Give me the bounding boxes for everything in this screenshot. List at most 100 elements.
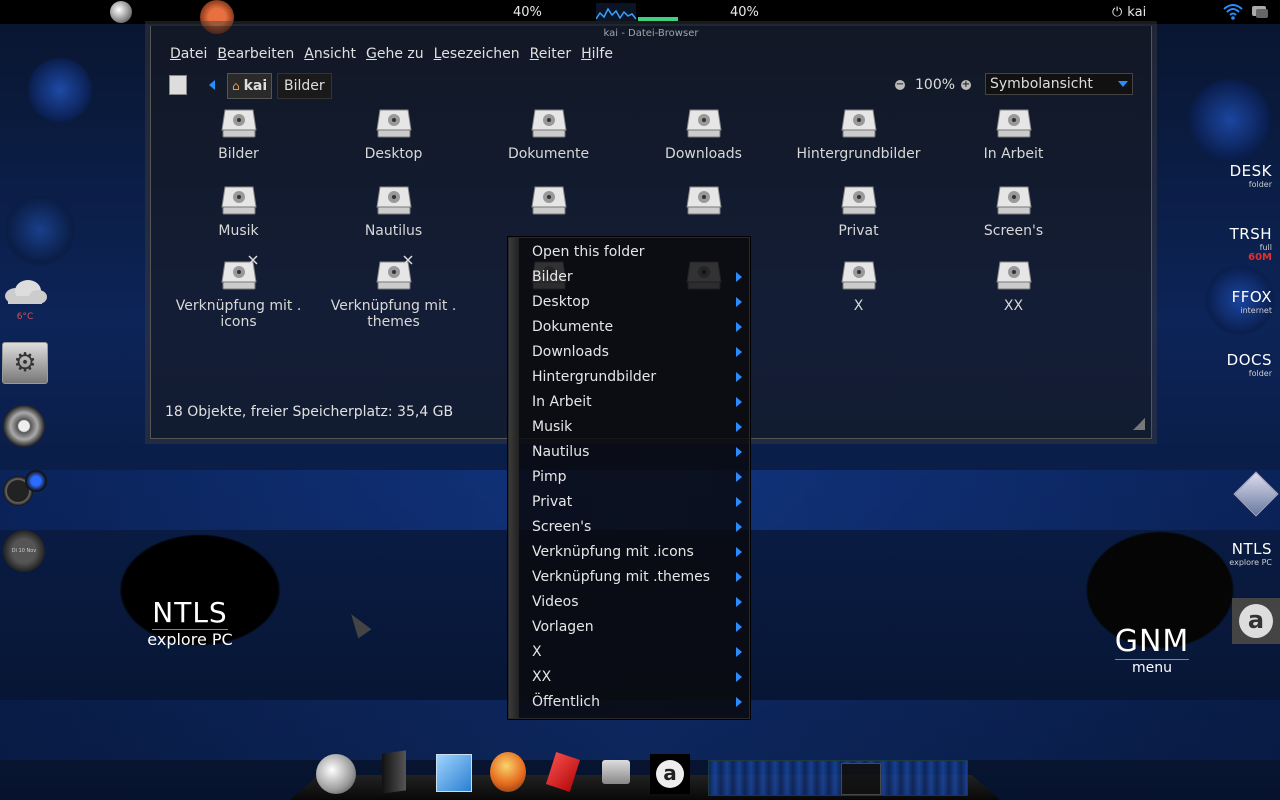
submenu-arrow-icon [736,297,742,307]
context-menu-item[interactable]: Desktop [532,289,742,314]
gnm-menu-widget[interactable]: GNM menu [1100,624,1204,676]
context-menu-item-label: XX [532,668,552,685]
submenu-arrow-icon [736,547,742,557]
file-item[interactable]: Verknüpfung mit . icons [161,254,316,330]
resize-grip-icon[interactable] [1133,418,1145,430]
context-menu-item[interactable]: Verknüpfung mit .themes [532,564,742,589]
weather-widget[interactable]: 6°C [2,278,48,324]
folder-drive-icon [529,102,569,142]
file-item[interactable] [471,179,626,223]
zoom-in-button[interactable]: + [961,73,971,97]
context-menu-item-label: Vorlagen [532,618,594,635]
file-item[interactable]: X [781,254,936,314]
context-menu-item-label: Öffentlich [532,693,600,710]
chat-icon[interactable] [1250,0,1270,24]
media-player-icon[interactable] [3,405,45,447]
submenu-arrow-icon [736,472,742,482]
location-toolbar: ⌂ kai Bilder − 100% + Symbolansicht [165,73,1135,99]
context-menu-item[interactable]: Öffentlich [532,689,742,714]
context-menu-item[interactable]: Nautilus [532,439,742,464]
context-menu-item[interactable]: Dokumente [532,314,742,339]
file-item[interactable]: Bilder [161,102,316,162]
submenu-arrow-icon [736,697,742,707]
firefox-subtitle: internet [1240,306,1272,315]
submenu-arrow-icon [736,522,742,532]
trash-title: TRSH [1229,225,1272,243]
menu-ansicht[interactable]: Ansicht [299,46,361,68]
file-item[interactable]: Screen's [936,179,1091,239]
context-menu-item[interactable]: Vorlagen [532,614,742,639]
ntls-shortcut[interactable]: NTLS explore PC [1229,540,1272,567]
system-monitor-graph[interactable] [596,0,682,24]
amazon-a-icon[interactable]: a [1232,598,1280,644]
firefox-shortcut[interactable]: FFOX internet [1232,288,1272,315]
cpu-percent-left: 40% [513,4,542,20]
context-menu-item[interactable]: In Arbeit [532,389,742,414]
dock-terminal-icon[interactable] [382,750,406,794]
context-menu-item[interactable]: Verknüpfung mit .icons [532,539,742,564]
location-home-button[interactable]: ⌂ kai [227,73,273,99]
trash-shortcut[interactable]: TRSH full 60M [1230,225,1272,263]
dock-amazon-icon[interactable]: a [650,754,690,794]
zoom-out-button[interactable]: − [895,73,905,97]
dock-drive-icon[interactable] [602,760,630,784]
wifi-icon[interactable] [1222,0,1244,24]
menu-hilfe[interactable]: Hilfe [576,46,618,68]
file-item[interactable] [626,179,781,223]
context-menu-item[interactable]: Privat [532,489,742,514]
file-item[interactable]: Hintergrundbilder [781,102,936,162]
ubuntu-logo-icon[interactable] [200,0,234,34]
context-menu-item-label: Screen's [532,518,592,535]
menu-datei[interactable]: Datei [165,46,212,68]
folder-drive-icon [839,102,879,142]
cpu-percent-right: 40% [730,4,759,20]
file-item[interactable]: In Arbeit [936,102,1091,162]
file-item[interactable]: Downloads [626,102,781,162]
context-menu-item[interactable]: Downloads [532,339,742,364]
folder-drive-icon [219,102,259,142]
file-item[interactable]: Desktop [316,102,471,162]
menu-gehe-zu[interactable]: Gehe zu [361,46,429,68]
context-menu-item-label: Hintergrundbilder [532,368,657,385]
dock-s-logo-icon[interactable] [316,754,356,794]
file-item[interactable]: XX [936,254,1091,314]
edit-location-button[interactable] [169,73,187,97]
folder-drive-icon [529,179,569,219]
file-item[interactable]: Verknüpfung mit . themes [316,254,471,330]
context-menu-item[interactable]: Pimp [532,464,742,489]
context-menu-item[interactable]: Videos [532,589,742,614]
clock-widget[interactable]: Di 10 Nov [3,530,45,572]
app-menu-icon[interactable] [110,0,132,24]
file-item[interactable]: Privat [781,179,936,239]
file-label: Verknüpfung mit . themes [330,298,457,330]
ntls-explore-widget[interactable]: NTLS explore PC [120,596,260,649]
desk-shortcut[interactable]: DESK folder [1230,162,1272,189]
back-arrow-icon[interactable] [209,73,215,97]
file-item[interactable]: Musik [161,179,316,239]
dock-firefox-icon[interactable] [490,752,526,792]
submenu-arrow-icon [736,672,742,682]
context-menu-item-label: Downloads [532,343,609,360]
context-menu-item[interactable]: Open this folder [532,239,742,264]
settings-icon[interactable]: ⚙ [2,342,48,384]
edit-location-icon [169,75,187,95]
menu-bearbeiten[interactable]: Bearbeiten [212,46,299,68]
file-item[interactable]: Nautilus [316,179,471,239]
docs-shortcut[interactable]: DOCS folder [1227,351,1272,378]
menu-lesezeichen[interactable]: Lesezeichen [429,46,525,68]
context-menu-item[interactable]: XX [532,664,742,689]
menu-reiter[interactable]: Reiter [525,46,576,68]
gauge-widget-icon[interactable] [3,470,47,506]
context-menu-item[interactable]: Musik [532,414,742,439]
firefox-title: FFOX [1231,288,1272,306]
context-menu-item[interactable]: X [532,639,742,664]
dock-cursor-app-icon[interactable] [436,754,472,792]
context-menu-item[interactable]: Screen's [532,514,742,539]
user-menu[interactable]: ⏻ kai [1112,0,1146,24]
view-mode-select[interactable]: Symbolansicht [985,73,1133,95]
dock-window-preview[interactable] [708,760,968,796]
context-menu-item[interactable]: Bilder [532,264,742,289]
location-current-button[interactable]: Bilder [277,73,332,99]
file-item[interactable]: Dokumente [471,102,626,162]
context-menu-item[interactable]: Hintergrundbilder [532,364,742,389]
